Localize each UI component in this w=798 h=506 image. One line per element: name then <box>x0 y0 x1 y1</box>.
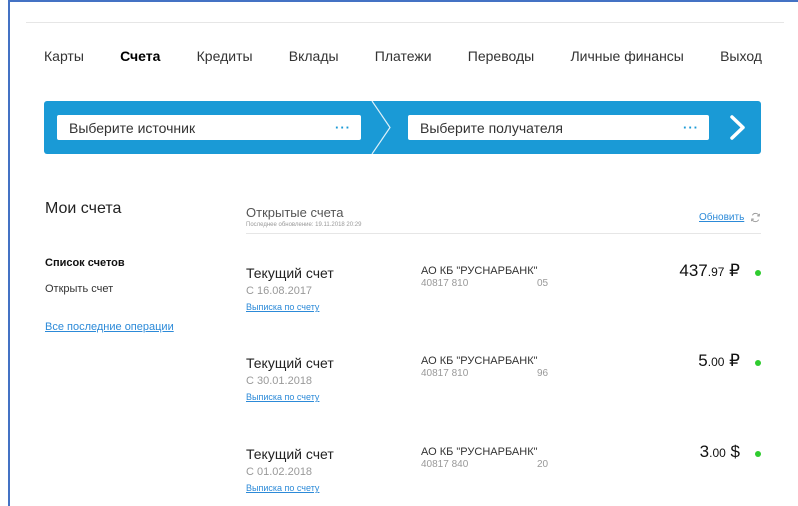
target-placeholder: Выберите получателя <box>420 119 563 136</box>
sidebar-item-accounts-list[interactable]: Список счетов <box>45 257 125 269</box>
balance-integer: 437 <box>679 261 708 280</box>
bank-name: АО КБ "РУСНАРБАНК" <box>421 446 538 458</box>
last-update-text: Последнее обновление: 19.11.2018 20:29 <box>246 222 362 228</box>
balance-fraction: .00 <box>709 446 726 460</box>
bank-name: АО КБ "РУСНАРБАНК" <box>421 265 538 277</box>
refresh-icon[interactable] <box>750 212 761 223</box>
account-balance: 437.97 ₽ <box>679 261 740 281</box>
account-number-start: 40817 810 <box>421 278 469 289</box>
refresh-button[interactable]: Обновить <box>699 212 761 223</box>
nav-credits[interactable]: Кредиты <box>197 48 253 64</box>
balance-integer: 5 <box>698 351 708 370</box>
account-name[interactable]: Текущий счет <box>246 355 334 371</box>
account-row: Текущий счет С 01.02.2018 Выписка по сче… <box>246 442 764 506</box>
status-dot-icon <box>755 270 761 276</box>
chevron-divider-icon <box>371 101 391 154</box>
statement-link[interactable]: Выписка по счету <box>246 392 319 402</box>
recent-operations-link[interactable]: Все последние операции <box>45 321 174 333</box>
balance-fraction: .00 <box>707 355 725 369</box>
nav-transfers[interactable]: Переводы <box>468 48 534 64</box>
section-divider <box>246 233 761 234</box>
nav-personal-finance[interactable]: Личные финансы <box>570 48 683 64</box>
account-open-date: С 16.08.2017 <box>246 285 313 297</box>
sidebar-menu: Список счетов Открыть счет <box>45 257 125 295</box>
status-dot-icon <box>755 360 761 366</box>
statement-link[interactable]: Выписка по счету <box>246 483 319 493</box>
target-more-icon[interactable]: ··· <box>683 120 699 135</box>
statement-link[interactable]: Выписка по счету <box>246 302 319 312</box>
target-select[interactable]: Выберите получателя ··· <box>408 115 709 140</box>
currency-symbol: $ <box>730 442 740 461</box>
balance-integer: 3 <box>699 442 710 461</box>
account-row: Текущий счет С 16.08.2017 Выписка по сче… <box>246 261 764 325</box>
account-number-start: 40817 840 <box>421 459 469 470</box>
window-frame-top <box>8 0 798 2</box>
chevron-right-icon[interactable] <box>722 111 754 144</box>
account-open-date: С 30.01.2018 <box>246 375 313 387</box>
refresh-label[interactable]: Обновить <box>699 212 744 223</box>
nav-logout[interactable]: Выход <box>720 48 762 64</box>
account-name[interactable]: Текущий счет <box>246 446 334 462</box>
account-balance: 5.00 ₽ <box>698 351 740 371</box>
source-placeholder: Выберите источник <box>69 119 196 136</box>
nav-accounts[interactable]: Счета <box>120 48 160 64</box>
source-more-icon[interactable]: ··· <box>335 120 351 135</box>
bank-name: АО КБ "РУСНАРБАНК" <box>421 355 538 367</box>
source-select[interactable]: Выберите источник ··· <box>57 115 361 140</box>
currency-symbol: ₽ <box>729 351 740 370</box>
account-number-end: 20 <box>537 459 549 470</box>
section-title: Открытые счета <box>246 205 344 220</box>
nav-cards[interactable]: Карты <box>44 48 84 64</box>
account-row: Текущий счет С 30.01.2018 Выписка по сче… <box>246 351 764 415</box>
account-number-end: 05 <box>537 278 549 289</box>
status-dot-icon <box>755 451 761 457</box>
balance-fraction: .97 <box>707 265 725 279</box>
account-name[interactable]: Текущий счет <box>246 265 334 281</box>
account-balance: 3.00 $ <box>700 442 740 462</box>
nav-payments[interactable]: Платежи <box>375 48 432 64</box>
sidebar-item-open-account[interactable]: Открыть счет <box>45 283 125 295</box>
main-nav: Карты Счета Кредиты Вклады Платежи Перев… <box>44 46 762 66</box>
account-number-end: 96 <box>537 368 549 379</box>
nav-deposits[interactable]: Вклады <box>289 48 339 64</box>
sidebar-title: Мои счета <box>45 200 122 217</box>
transfer-bar: Выберите источник ··· Выберите получател… <box>44 101 761 154</box>
account-number-start: 40817 810 <box>421 368 469 379</box>
window-frame-left <box>8 0 10 506</box>
header-divider <box>26 22 784 23</box>
account-open-date: С 01.02.2018 <box>246 466 313 478</box>
currency-symbol: ₽ <box>729 261 740 280</box>
